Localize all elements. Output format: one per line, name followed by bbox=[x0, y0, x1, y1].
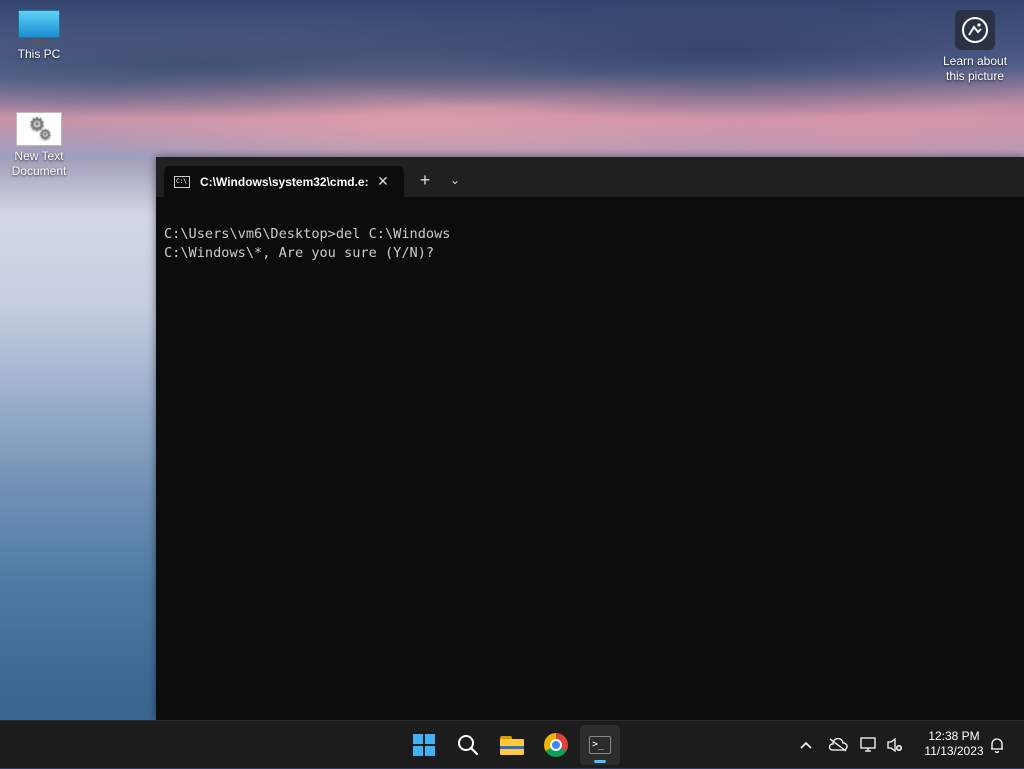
terminal-taskbar-button[interactable]: >_ bbox=[580, 725, 620, 765]
active-app-indicator bbox=[594, 760, 606, 763]
taskbar: >_ 12:38 PM 11/13/2023 bbox=[0, 720, 1024, 768]
close-icon[interactable]: ✕ bbox=[374, 173, 392, 190]
chrome-icon bbox=[544, 733, 568, 757]
console-output[interactable]: C:\Users\vm6\Desktop>del C:\Windows C:\Wi… bbox=[164, 225, 450, 263]
bell-icon bbox=[991, 738, 1003, 753]
chrome-button[interactable] bbox=[536, 725, 576, 765]
clock-time: 12:38 PM bbox=[928, 729, 980, 743]
monitor-icon bbox=[18, 10, 60, 44]
onedrive-tray[interactable] bbox=[826, 721, 850, 769]
file-explorer-button[interactable] bbox=[492, 725, 532, 765]
terminal-window[interactable]: C:\ C:\Windows\system32\cmd.e: ✕ + ⌄ C:\… bbox=[156, 157, 1024, 720]
speaker-muted-icon bbox=[887, 737, 902, 753]
console-line: C:\Users\vm6\Desktop>del C:\Windows bbox=[164, 226, 451, 242]
volume-tray[interactable] bbox=[884, 721, 906, 769]
learn-about-label: Learn about this picture bbox=[942, 54, 1008, 83]
terminal-icon: >_ bbox=[589, 736, 611, 754]
clock-date: 11/13/2023 bbox=[924, 744, 984, 758]
desktop-wallpaper bbox=[0, 0, 1024, 160]
cloud-offline-icon bbox=[828, 738, 848, 752]
chevron-up-icon bbox=[800, 741, 812, 749]
show-hidden-icons-button[interactable] bbox=[796, 721, 816, 769]
clock[interactable]: 12:38 PM 11/13/2023 bbox=[914, 729, 994, 759]
learn-about-picture[interactable]: Learn about this picture bbox=[938, 10, 1012, 84]
network-icon bbox=[860, 737, 876, 752]
console-line: C:\Windows\*, Are you sure (Y/N)? bbox=[164, 245, 435, 261]
windows-start-icon bbox=[413, 734, 435, 756]
desktop-icon-new-text-document[interactable]: ⚙ ⚙ New Text Document bbox=[1, 112, 77, 179]
tab-title: C:\Windows\system32\cmd.e: bbox=[200, 174, 368, 189]
search-icon bbox=[458, 735, 479, 756]
spotlight-camera-icon bbox=[955, 10, 995, 50]
terminal-tab-bar: C:\ C:\Windows\system32\cmd.e: ✕ + ⌄ bbox=[156, 157, 1024, 197]
gear-document-icon: ⚙ ⚙ bbox=[16, 112, 62, 146]
chevron-down-icon[interactable]: ⌄ bbox=[446, 169, 464, 191]
desktop-icon-this-pc[interactable]: This PC bbox=[1, 10, 77, 62]
desktop-icon-label: This PC bbox=[17, 47, 61, 61]
network-tray[interactable] bbox=[858, 721, 880, 769]
search-button[interactable] bbox=[448, 725, 488, 765]
cmd-icon: C:\ bbox=[174, 175, 190, 188]
new-tab-button[interactable]: + bbox=[414, 169, 436, 191]
notifications-button[interactable] bbox=[986, 721, 1008, 769]
folder-icon bbox=[500, 735, 524, 755]
desktop-icon-label: New Text Document bbox=[11, 149, 67, 178]
terminal-tab[interactable]: C:\ C:\Windows\system32\cmd.e: ✕ bbox=[164, 166, 404, 197]
start-button[interactable] bbox=[404, 725, 444, 765]
